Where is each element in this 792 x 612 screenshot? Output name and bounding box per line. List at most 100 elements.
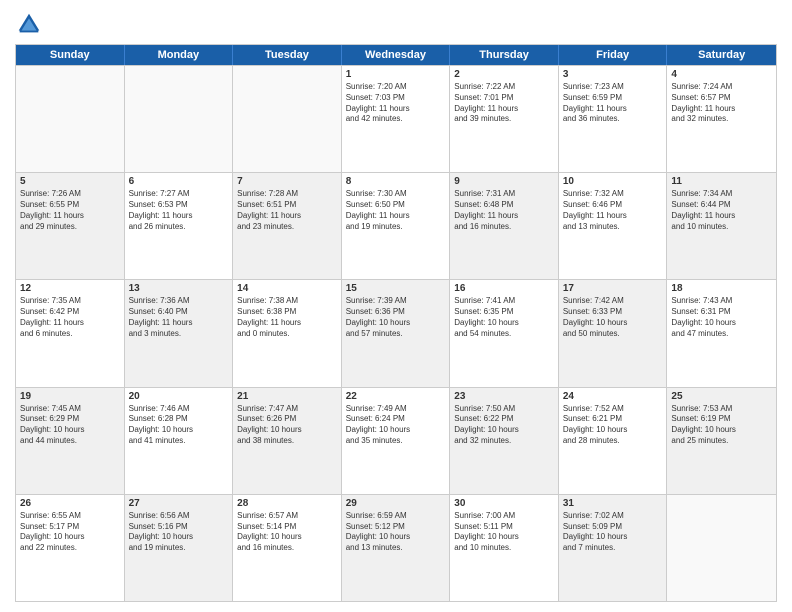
day-info: Sunrise: 6:57 AM Sunset: 5:14 PM Dayligh… [237,511,337,554]
day-number: 22 [346,391,446,402]
day-info: Sunrise: 7:36 AM Sunset: 6:40 PM Dayligh… [129,296,229,339]
calendar-cell-25: 25 Sunrise: 7:53 AM Sunset: 6:19 PM Dayli… [667,388,776,494]
day-info: Sunrise: 7:22 AM Sunset: 7:01 PM Dayligh… [454,82,554,125]
page: SundayMondayTuesdayWednesdayThursdayFrid… [0,0,792,612]
weekday-header-wednesday: Wednesday [342,45,451,65]
day-info: Sunrise: 7:34 AM Sunset: 6:44 PM Dayligh… [671,189,772,232]
day-number: 11 [671,176,772,187]
day-info: Sunrise: 7:02 AM Sunset: 5:09 PM Dayligh… [563,511,663,554]
day-info: Sunrise: 7:47 AM Sunset: 6:26 PM Dayligh… [237,404,337,447]
day-number: 18 [671,283,772,294]
weekday-header-thursday: Thursday [450,45,559,65]
day-info: Sunrise: 7:43 AM Sunset: 6:31 PM Dayligh… [671,296,772,339]
day-number: 29 [346,498,446,509]
calendar-cell-22: 22Sunrise: 7:49 AM Sunset: 6:24 PM Dayli… [342,388,451,494]
calendar-cell-9: 9Sunrise: 7:31 AM Sunset: 6:48 PM Daylig… [450,173,559,279]
calendar-cell-7: 7 Sunrise: 7:28 AM Sunset: 6:51 PM Daylig… [233,173,342,279]
day-number: 7 [237,176,337,187]
calendar-cell-13: 13 Sunrise: 7:36 AM Sunset: 6:40 PM Dayli… [125,280,234,386]
calendar-header: SundayMondayTuesdayWednesdayThursdayFrid… [16,45,776,65]
day-info: Sunrise: 7:45 AM Sunset: 6:29 PM Dayligh… [20,404,120,447]
calendar-cell-16: 16 Sunrise: 7:41 AM Sunset: 6:35 PM Dayli… [450,280,559,386]
day-number: 12 [20,283,120,294]
calendar-cell-3: 3Sunrise: 7:23 AM Sunset: 6:59 PM Daylig… [559,66,668,172]
calendar-cell-23: 23Sunrise: 7:50 AM Sunset: 6:22 PM Dayli… [450,388,559,494]
day-info: Sunrise: 6:59 AM Sunset: 5:12 PM Dayligh… [346,511,446,554]
calendar-cell-30: 30 Sunrise: 7:00 AM Sunset: 5:11 PM Dayli… [450,495,559,601]
day-number: 23 [454,391,554,402]
weekday-header-friday: Friday [559,45,668,65]
day-number: 4 [671,69,772,80]
day-info: Sunrise: 7:32 AM Sunset: 6:46 PM Dayligh… [563,189,663,232]
calendar-body: 1 Sunrise: 7:20 AM Sunset: 7:03 PM Daylig… [16,65,776,601]
calendar-row-3: 19 Sunrise: 7:45 AM Sunset: 6:29 PM Dayli… [16,387,776,494]
day-number: 28 [237,498,337,509]
day-info: Sunrise: 7:42 AM Sunset: 6:33 PM Dayligh… [563,296,663,339]
calendar-cell-10: 10Sunrise: 7:32 AM Sunset: 6:46 PM Dayli… [559,173,668,279]
day-number: 13 [129,283,229,294]
calendar-cell-empty-6 [667,495,776,601]
day-info: Sunrise: 7:30 AM Sunset: 6:50 PM Dayligh… [346,189,446,232]
calendar: SundayMondayTuesdayWednesdayThursdayFrid… [15,44,777,602]
calendar-cell-14: 14 Sunrise: 7:38 AM Sunset: 6:38 PM Dayli… [233,280,342,386]
logo-icon [15,10,43,38]
day-info: Sunrise: 7:00 AM Sunset: 5:11 PM Dayligh… [454,511,554,554]
calendar-cell-empty-2 [233,66,342,172]
weekday-header-monday: Monday [125,45,234,65]
calendar-row-0: 1 Sunrise: 7:20 AM Sunset: 7:03 PM Daylig… [16,65,776,172]
day-number: 6 [129,176,229,187]
calendar-cell-19: 19 Sunrise: 7:45 AM Sunset: 6:29 PM Dayli… [16,388,125,494]
day-info: Sunrise: 7:31 AM Sunset: 6:48 PM Dayligh… [454,189,554,232]
day-number: 20 [129,391,229,402]
calendar-cell-12: 12 Sunrise: 7:35 AM Sunset: 6:42 PM Dayli… [16,280,125,386]
day-info: Sunrise: 6:56 AM Sunset: 5:16 PM Dayligh… [129,511,229,554]
day-number: 27 [129,498,229,509]
day-info: Sunrise: 7:24 AM Sunset: 6:57 PM Dayligh… [671,82,772,125]
calendar-cell-11: 11 Sunrise: 7:34 AM Sunset: 6:44 PM Dayli… [667,173,776,279]
day-number: 5 [20,176,120,187]
day-info: Sunrise: 7:39 AM Sunset: 6:36 PM Dayligh… [346,296,446,339]
day-number: 17 [563,283,663,294]
calendar-row-2: 12 Sunrise: 7:35 AM Sunset: 6:42 PM Dayli… [16,279,776,386]
day-info: Sunrise: 7:41 AM Sunset: 6:35 PM Dayligh… [454,296,554,339]
day-info: Sunrise: 7:27 AM Sunset: 6:53 PM Dayligh… [129,189,229,232]
calendar-cell-1: 1 Sunrise: 7:20 AM Sunset: 7:03 PM Daylig… [342,66,451,172]
day-info: Sunrise: 6:55 AM Sunset: 5:17 PM Dayligh… [20,511,120,554]
day-info: Sunrise: 7:35 AM Sunset: 6:42 PM Dayligh… [20,296,120,339]
header [15,10,777,38]
day-number: 16 [454,283,554,294]
day-number: 26 [20,498,120,509]
day-info: Sunrise: 7:20 AM Sunset: 7:03 PM Dayligh… [346,82,446,125]
day-info: Sunrise: 7:53 AM Sunset: 6:19 PM Dayligh… [671,404,772,447]
calendar-cell-6: 6 Sunrise: 7:27 AM Sunset: 6:53 PM Daylig… [125,173,234,279]
calendar-cell-empty-1 [125,66,234,172]
day-info: Sunrise: 7:23 AM Sunset: 6:59 PM Dayligh… [563,82,663,125]
calendar-cell-8: 8 Sunrise: 7:30 AM Sunset: 6:50 PM Daylig… [342,173,451,279]
day-info: Sunrise: 7:26 AM Sunset: 6:55 PM Dayligh… [20,189,120,232]
day-number: 30 [454,498,554,509]
calendar-cell-2: 2 Sunrise: 7:22 AM Sunset: 7:01 PM Daylig… [450,66,559,172]
day-number: 14 [237,283,337,294]
weekday-header-saturday: Saturday [667,45,776,65]
day-info: Sunrise: 7:38 AM Sunset: 6:38 PM Dayligh… [237,296,337,339]
day-number: 21 [237,391,337,402]
calendar-cell-empty-0 [16,66,125,172]
weekday-header-sunday: Sunday [16,45,125,65]
day-info: Sunrise: 7:46 AM Sunset: 6:28 PM Dayligh… [129,404,229,447]
day-info: Sunrise: 7:28 AM Sunset: 6:51 PM Dayligh… [237,189,337,232]
calendar-cell-5: 5 Sunrise: 7:26 AM Sunset: 6:55 PM Daylig… [16,173,125,279]
calendar-cell-31: 31Sunrise: 7:02 AM Sunset: 5:09 PM Dayli… [559,495,668,601]
calendar-row-1: 5 Sunrise: 7:26 AM Sunset: 6:55 PM Daylig… [16,172,776,279]
calendar-cell-28: 28 Sunrise: 6:57 AM Sunset: 5:14 PM Dayli… [233,495,342,601]
day-info: Sunrise: 7:52 AM Sunset: 6:21 PM Dayligh… [563,404,663,447]
day-number: 2 [454,69,554,80]
calendar-cell-26: 26 Sunrise: 6:55 AM Sunset: 5:17 PM Dayli… [16,495,125,601]
calendar-cell-20: 20 Sunrise: 7:46 AM Sunset: 6:28 PM Dayli… [125,388,234,494]
day-number: 1 [346,69,446,80]
calendar-cell-18: 18 Sunrise: 7:43 AM Sunset: 6:31 PM Dayli… [667,280,776,386]
day-number: 8 [346,176,446,187]
calendar-cell-4: 4 Sunrise: 7:24 AM Sunset: 6:57 PM Daylig… [667,66,776,172]
day-number: 24 [563,391,663,402]
day-number: 19 [20,391,120,402]
day-number: 25 [671,391,772,402]
